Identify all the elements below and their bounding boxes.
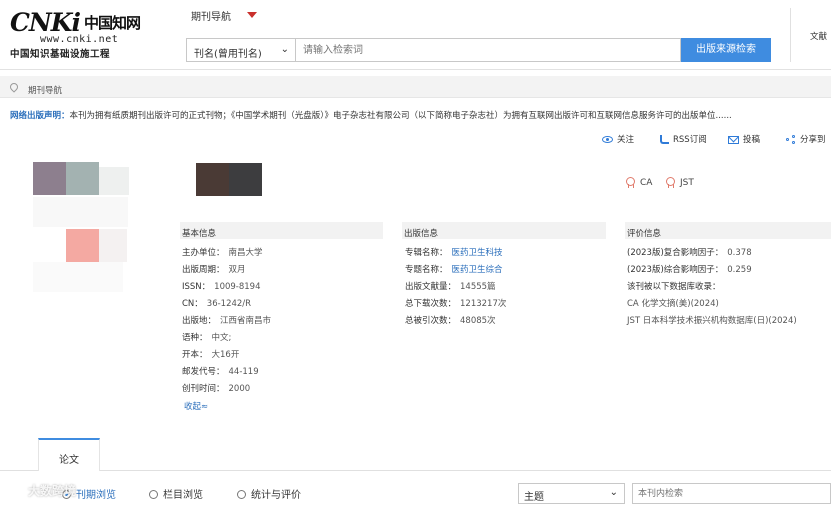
logo-url: www.cnki.net <box>40 34 119 45</box>
rss-label: RSS订阅 <box>673 135 707 145</box>
logo-mark: CNKi <box>10 8 81 37</box>
rss-button[interactable]: RSS订阅 <box>660 133 707 145</box>
breadcrumb-item[interactable]: 期刊导航 <box>28 84 62 96</box>
search-field-select[interactable]: 刊名(曾用刊名) ⌄ <box>186 38 296 62</box>
journal-nav-title[interactable]: 期刊导航 <box>191 8 231 23</box>
radio-column-browse[interactable]: 栏目浏览 <box>149 486 203 501</box>
radio-label: 栏目浏览 <box>163 490 203 501</box>
publisher-logo-image <box>196 163 262 196</box>
basic-info-heading: 基本信息 <box>180 222 383 239</box>
notice-text: 本刊为拥有纸质期刊出版许可的正式刊物；《中国学术期刊（光盘版）》电子杂志社有限公… <box>69 111 732 121</box>
info-row: 该刊被以下数据库收录： <box>627 282 721 292</box>
badge-jst-label: JST <box>680 178 694 188</box>
radio-icon <box>237 489 246 499</box>
radio-label: 刊期浏览 <box>76 490 116 501</box>
top-header: CNKi 中国知网 www.cnki.net 中国知识基础设施工程 期刊导航 刊… <box>0 0 831 70</box>
info-row: 专辑名称： 医药卫生科技 <box>405 248 503 258</box>
notice-label: 网络出版声明： <box>10 111 70 121</box>
info-row: 主办单位： 南昌大学 <box>182 248 263 258</box>
badge-ca-label: CA <box>640 178 653 188</box>
info-row: JST 日本科学技术振兴机构数据库(日)(2024) <box>627 316 797 326</box>
mail-icon <box>728 135 739 144</box>
topic-select-value: 主题 <box>524 492 544 503</box>
source-search-button[interactable]: 出版来源检索 <box>681 38 771 62</box>
eye-icon <box>602 136 613 143</box>
info-row: (2023版)复合影响因子： 0.378 <box>627 248 752 258</box>
medal-icon <box>666 177 675 188</box>
medal-icon <box>626 177 635 188</box>
info-row: 出版周期： 双月 <box>182 265 246 275</box>
follow-label: 关注 <box>617 135 635 145</box>
badge-ca: CA <box>626 177 652 188</box>
share-button[interactable]: 分享到 <box>786 133 826 145</box>
chevron-down-icon: ⌄ <box>609 487 618 498</box>
info-row: CA 化学文摘(美)(2024) <box>627 299 719 309</box>
info-row: 出版文献量： 14555篇 <box>405 282 496 292</box>
journal-inner-search-input[interactable] <box>632 483 831 504</box>
badge-jst: JST <box>666 177 694 188</box>
tab-papers[interactable]: 论文 <box>38 438 100 471</box>
watermark: 大数跨境 <box>8 482 76 499</box>
info-row: (2023版)综合影响因子： 0.259 <box>627 265 752 275</box>
info-row: 专题名称： 医药卫生综合 <box>405 265 503 275</box>
logo-cn-name: 中国知网 <box>84 14 141 32</box>
info-row: ISSN： 1009-8194 <box>182 282 261 292</box>
info-row: 邮发代号： 44-119 <box>182 367 259 377</box>
info-row: 创刊时间： 2000 <box>182 384 251 394</box>
radio-stats-eval[interactable]: 统计与评价 <box>237 486 301 501</box>
submit-button[interactable]: 投稿 <box>728 133 760 145</box>
topic-select[interactable]: 主题 ⌄ <box>518 483 625 504</box>
share-label: 分享到 <box>800 135 826 145</box>
publish-info-heading: 出版信息 <box>402 222 606 239</box>
info-row: 出版地： 江西省南昌市 <box>182 316 272 326</box>
info-row: CN： 36-1242/R <box>182 299 252 309</box>
info-row: 总下载次数： 1213217次 <box>405 299 507 309</box>
watermark-text: 大数跨境 <box>28 484 77 498</box>
search-field-label: 刊名(曾用刊名) <box>194 49 262 60</box>
radio-label: 统计与评价 <box>251 490 301 501</box>
info-row: 总被引次数： 48085次 <box>405 316 496 326</box>
eval-info-heading: 评价信息 <box>625 222 831 239</box>
watermark-logo-icon <box>8 485 22 498</box>
info-row: 开本： 大16开 <box>182 350 240 360</box>
caret-down-icon[interactable] <box>247 12 257 18</box>
rss-icon <box>660 135 669 144</box>
collapse-link[interactable]: 收起≈ <box>184 400 208 412</box>
submit-label: 投稿 <box>743 135 761 145</box>
header-divider <box>790 8 791 62</box>
location-pin-icon <box>8 81 20 93</box>
follow-button[interactable]: 关注 <box>602 133 634 145</box>
action-row: 关注 RSS订阅 投稿 分享到 <box>600 133 831 149</box>
logo-subtitle: 中国知识基础设施工程 <box>10 49 111 60</box>
chevron-down-icon: ⌄ <box>280 44 289 55</box>
header-right-link[interactable]: 文献 <box>810 30 827 42</box>
search-input[interactable] <box>296 38 681 62</box>
cnki-logo[interactable]: CNKi 中国知网 www.cnki.net 中国知识基础设施工程 <box>10 8 150 60</box>
publishing-notice: 网络出版声明：本刊为拥有纸质期刊出版许可的正式刊物；《中国学术期刊（光盘版）》电… <box>10 109 825 123</box>
share-icon <box>786 134 796 145</box>
journal-cover-image <box>33 162 133 292</box>
breadcrumb: 期刊导航 <box>0 76 831 98</box>
info-row: 语种： 中文; <box>182 333 232 343</box>
radio-icon <box>149 489 158 499</box>
